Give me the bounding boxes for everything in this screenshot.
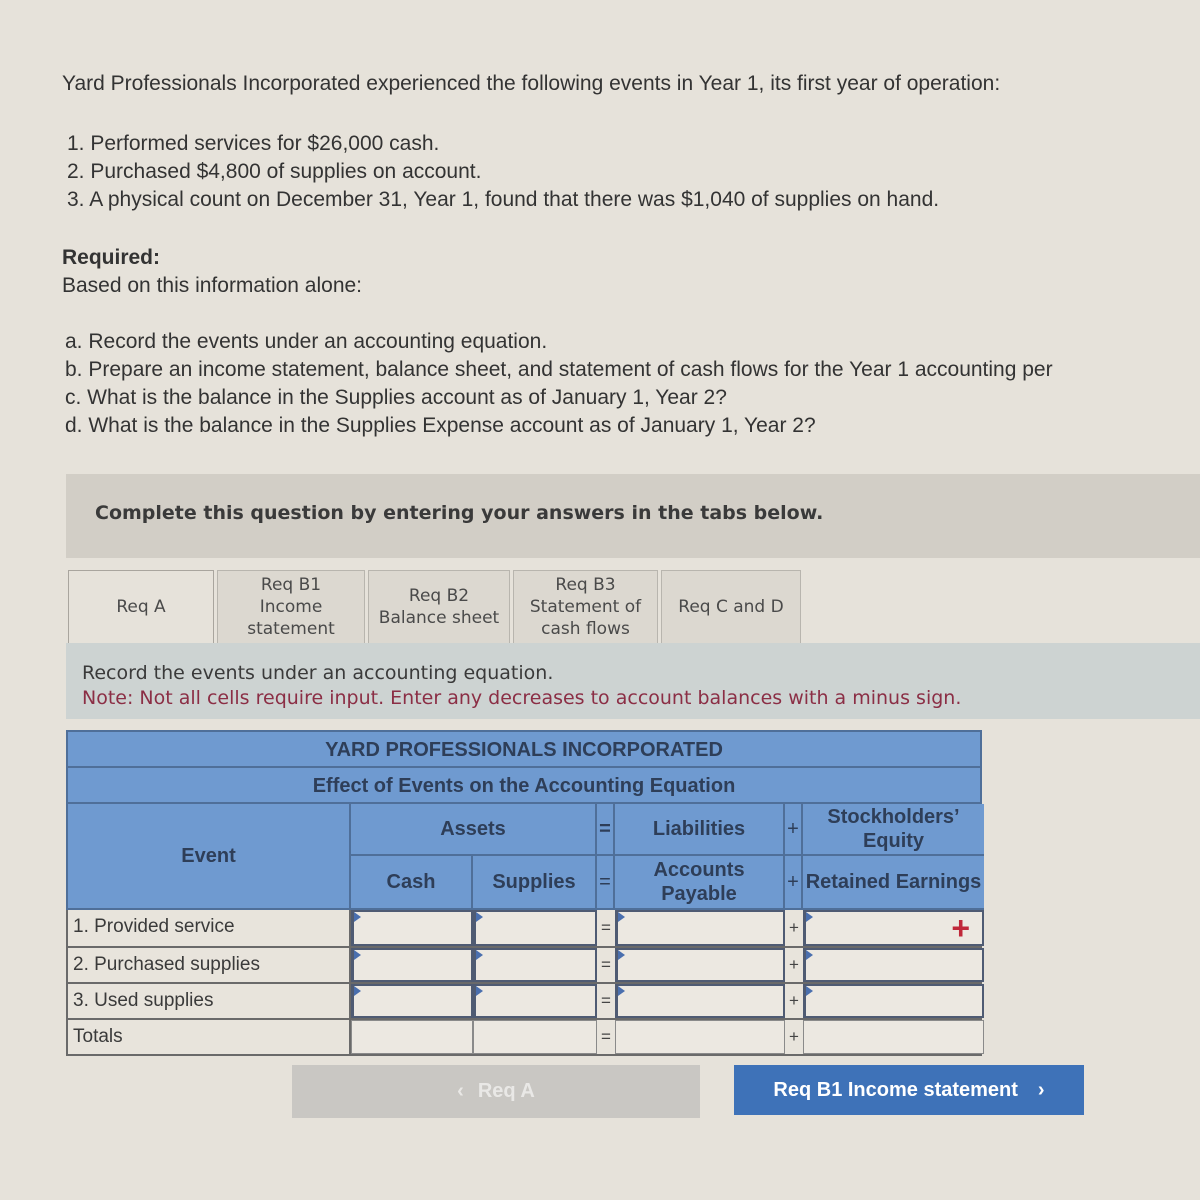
worksheet-header: YARD PROFESSIONALS INCORPORATED Effect o… — [66, 730, 984, 910]
supplies-total — [473, 1020, 597, 1054]
cash-total — [351, 1020, 473, 1054]
tab-req-b3-cash-flows[interactable]: Req B3 Statement of cash flows — [513, 570, 658, 643]
tab-req-a[interactable]: Req A — [68, 570, 214, 643]
supplies-input[interactable] — [473, 910, 597, 946]
next-tab-label: Req B1 Income statement — [773, 1078, 1018, 1101]
table-row: 1. Provided service = + + — [68, 910, 984, 946]
event-label: 3. Used supplies — [68, 984, 351, 1018]
equals-sign: = — [597, 948, 615, 982]
required-section: Required: Based on this information alon… — [62, 244, 1200, 300]
cash-input[interactable] — [351, 984, 473, 1018]
requirement-tabs: Req A Req B1 Income statement Req B2 Bal… — [68, 570, 804, 643]
tab-label-line: Req B3 — [555, 575, 616, 595]
tab-req-b2-balance-sheet[interactable]: Req B2 Balance sheet — [368, 570, 510, 643]
plus-sign: + — [785, 984, 803, 1018]
worksheet-title: Effect of Events on the Accounting Equat… — [68, 768, 980, 804]
event-label: 1. Provided service — [68, 910, 351, 946]
table-row-totals: Totals = + — [68, 1018, 984, 1054]
plus-sign: + — [785, 948, 803, 982]
header-supplies: Supplies — [473, 856, 597, 910]
retained-earnings-total — [803, 1020, 984, 1054]
tab-label: Req A — [116, 597, 166, 617]
header-retained-earnings: Retained Earnings — [803, 856, 984, 910]
instructions-banner: Complete this question by entering your … — [66, 474, 1200, 558]
accounts-payable-input[interactable] — [615, 910, 785, 946]
worksheet-body: 1. Provided service = + + 2. Purchased s… — [66, 910, 984, 1056]
header-equals: = — [597, 856, 615, 910]
tab-label: Req C and D — [678, 597, 784, 617]
totals-label: Totals — [68, 1020, 351, 1054]
tab-label-line: statement — [247, 619, 335, 639]
requirement-list: a. Record the events under an accounting… — [65, 328, 1200, 440]
tab-label-line: Req B2 — [408, 586, 470, 606]
column-headers: Event Assets = Liabilities + Stockholder… — [68, 804, 984, 910]
instruction-line: Record the events under an accounting eq… — [82, 662, 554, 684]
retained-earnings-input[interactable] — [803, 984, 984, 1018]
header-assets: Assets — [351, 804, 597, 856]
required-subtitle: Based on this information alone: — [62, 274, 363, 297]
equals-sign: = — [597, 1020, 615, 1054]
add-account-icon[interactable]: + — [951, 912, 970, 944]
equals-sign: = — [597, 984, 615, 1018]
header-stockholders-equity: Stockholders’ Equity — [803, 804, 984, 856]
header-plus: + — [785, 856, 803, 910]
supplies-input[interactable] — [473, 984, 597, 1018]
accounts-payable-total — [615, 1020, 785, 1054]
retained-earnings-input[interactable]: + — [803, 910, 984, 946]
problem-statement: Yard Professionals Incorporated experien… — [62, 70, 1200, 440]
tab-label: Req B1 Income statement — [247, 574, 335, 640]
header-cash: Cash — [351, 856, 473, 910]
requirement-item: a. Record the events under an accounting… — [65, 330, 548, 353]
plus-sign: + — [785, 910, 803, 946]
event-item: 2. Purchased $4,800 of supplies on accou… — [67, 160, 482, 183]
retained-earnings-input[interactable] — [803, 948, 984, 982]
header-liabilities: Liabilities — [615, 804, 785, 856]
chevron-right-icon: › — [1037, 1078, 1045, 1101]
company-name: YARD PROFESSIONALS INCORPORATED — [68, 732, 980, 768]
header-plus: + — [785, 804, 803, 856]
required-label: Required: — [62, 246, 161, 269]
previous-tab-button[interactable]: ‹ Req A — [292, 1065, 700, 1118]
tab-label-line: Balance sheet — [378, 608, 500, 628]
event-label: 2. Purchased supplies — [68, 948, 351, 982]
requirement-item: d. What is the balance in the Supplies E… — [65, 414, 816, 437]
header-equals: = — [597, 804, 615, 856]
instruction-note: Note: Not all cells require input. Enter… — [82, 687, 962, 709]
previous-tab-label: Req A — [477, 1080, 535, 1102]
table-row: 3. Used supplies = + — [68, 982, 984, 1018]
event-list: 1. Performed services for $26,000 cash. … — [62, 130, 1200, 214]
instructions-text: Complete this question by entering your … — [95, 502, 824, 524]
tab-label-line: Income — [259, 597, 323, 617]
tab-instructions: Record the events under an accounting eq… — [66, 643, 1200, 719]
tab-req-b1-income-statement[interactable]: Req B1 Income statement — [217, 570, 365, 643]
requirement-item: c. What is the balance in the Supplies a… — [65, 386, 727, 409]
event-item: 1. Performed services for $26,000 cash. — [67, 132, 440, 155]
requirement-item: b. Prepare an income statement, balance … — [65, 358, 1053, 381]
header-event: Event — [68, 804, 351, 910]
tab-label-line: cash flows — [541, 619, 630, 639]
header-accounts-payable: Accounts Payable — [615, 856, 785, 910]
equals-sign: = — [597, 910, 615, 946]
tab-label-line: Statement of — [529, 597, 642, 617]
accounting-equation-worksheet: YARD PROFESSIONALS INCORPORATED Effect o… — [66, 730, 984, 1056]
plus-sign: + — [785, 1020, 803, 1054]
accounts-payable-input[interactable] — [615, 984, 785, 1018]
cash-input[interactable] — [351, 910, 473, 946]
cash-input[interactable] — [351, 948, 473, 982]
tab-label: Req B2 Balance sheet — [379, 585, 499, 629]
supplies-input[interactable] — [473, 948, 597, 982]
event-item: 3. A physical count on December 31, Year… — [67, 188, 940, 211]
next-tab-button[interactable]: Req B1 Income statement › — [734, 1065, 1084, 1115]
tab-req-c-and-d[interactable]: Req C and D — [661, 570, 801, 643]
chevron-left-icon: ‹ — [457, 1080, 464, 1102]
table-row: 2. Purchased supplies = + — [68, 946, 984, 982]
accounts-payable-input[interactable] — [615, 948, 785, 982]
problem-intro: Yard Professionals Incorporated experien… — [62, 72, 1001, 95]
tab-label: Req B3 Statement of cash flows — [530, 574, 641, 640]
tab-label-line: Req B1 — [260, 575, 322, 595]
